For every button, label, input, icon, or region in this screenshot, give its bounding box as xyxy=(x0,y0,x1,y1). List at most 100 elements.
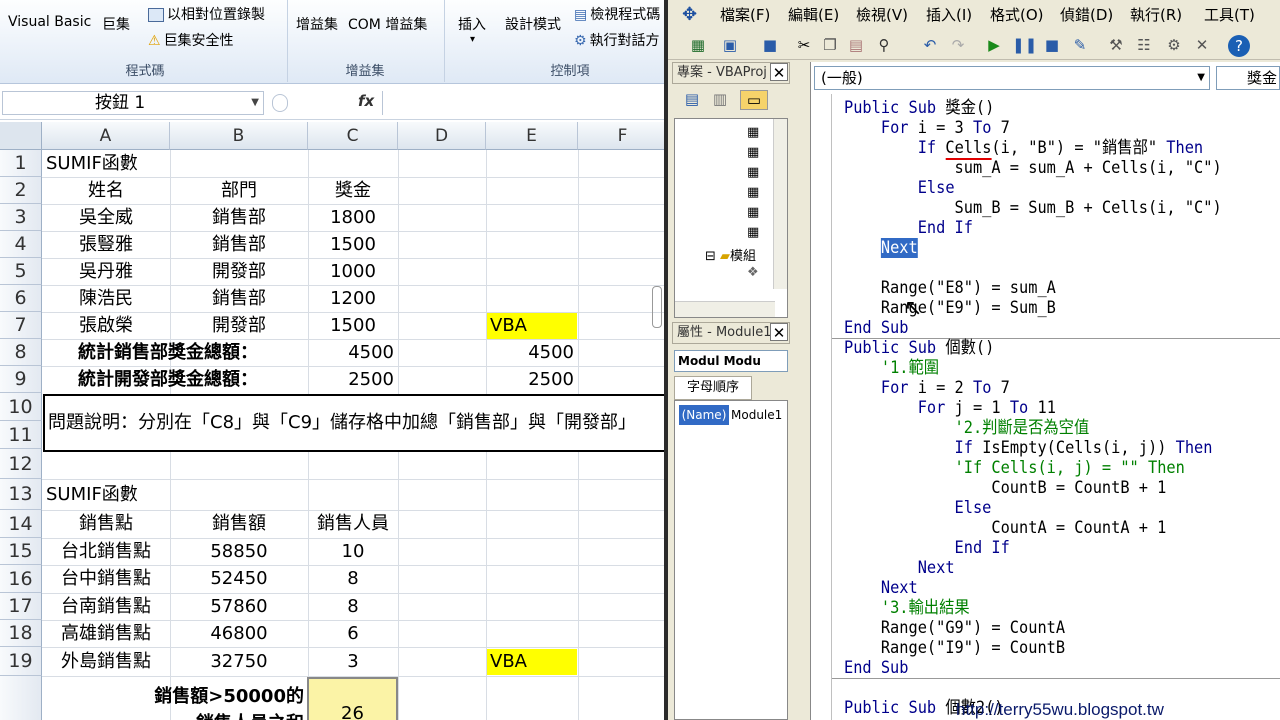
column-header-c[interactable]: C xyxy=(308,122,398,150)
copy-icon[interactable]: ❐ xyxy=(820,36,840,54)
cell-c20[interactable]: 26 xyxy=(307,677,398,720)
table-cell[interactable]: 1500 xyxy=(308,312,398,339)
cell-c2[interactable]: 獎金 xyxy=(308,177,398,204)
table-cell[interactable]: 1000 xyxy=(308,258,398,285)
table-cell[interactable]: 台中銷售點 xyxy=(42,565,170,592)
name-box[interactable]: 按鈕 1 ▼ xyxy=(2,91,264,115)
row-header[interactable]: 15 xyxy=(0,538,42,565)
row-header[interactable]: 13 xyxy=(0,479,42,510)
cell-a21[interactable]: 銷售人員之和 xyxy=(42,710,304,720)
table-cell[interactable]: 58850 xyxy=(170,538,308,565)
table-cell[interactable]: 開發部 xyxy=(170,258,308,285)
com-addins-button[interactable]: COM 增益集 xyxy=(348,14,427,34)
row-header[interactable]: 16 xyxy=(0,565,42,593)
row-header[interactable]: 14 xyxy=(0,510,42,538)
view-code-button[interactable]: ▤ 檢視程式碼 xyxy=(574,4,660,24)
record-relative-button[interactable]: 以相對位置錄製 xyxy=(148,4,265,24)
column-header-a[interactable]: A xyxy=(42,122,170,150)
view-object-icon[interactable]: ▥ xyxy=(710,90,730,108)
design-mode-button[interactable]: 設計模式 xyxy=(505,14,561,34)
code-editor[interactable]: Public Sub 獎金() For i = 3 To 7 If Cells(… xyxy=(844,98,1236,718)
table-cell[interactable]: 台南銷售點 xyxy=(42,593,170,620)
cell-a8[interactable]: 統計銷售部獎金總額： xyxy=(78,339,258,366)
property-name-key[interactable]: (Name) xyxy=(679,405,729,425)
addins-button[interactable]: 增益集 xyxy=(296,14,338,34)
table-cell[interactable]: 32750 xyxy=(170,648,308,675)
pause-icon[interactable]: ❚❚ xyxy=(1012,36,1037,54)
object-combo[interactable]: (一般) ▼ xyxy=(814,66,1210,90)
menu-edit[interactable]: 編輯(E) xyxy=(788,4,839,25)
table-cell[interactable]: 52450 xyxy=(170,565,308,592)
sheet-node-icon[interactable]: ▦ xyxy=(747,165,759,180)
design-mode-icon[interactable]: ✎ xyxy=(1070,36,1090,54)
fx-icon[interactable]: fx xyxy=(358,92,374,110)
table-cell[interactable]: 57860 xyxy=(170,593,308,620)
cut-icon[interactable]: ✂ xyxy=(794,36,814,54)
tree-horizontal-scrollbar[interactable] xyxy=(675,301,775,317)
property-name-value[interactable]: Module1 xyxy=(731,405,782,425)
cell-e19[interactable]: VBA xyxy=(487,649,577,675)
run-icon[interactable]: ▶ xyxy=(984,36,1004,54)
formula-input[interactable] xyxy=(382,91,668,115)
object-browser-icon[interactable]: ⚙ xyxy=(1164,36,1184,54)
procedure-combo[interactable]: 獎金 xyxy=(1216,66,1280,90)
excel-icon[interactable]: ✥ xyxy=(682,4,697,25)
undo-icon[interactable]: ↶ xyxy=(920,36,940,54)
menu-insert[interactable]: 插入(I) xyxy=(926,4,972,25)
tab-alphabetic[interactable]: 字母順序 xyxy=(674,376,752,400)
column-header-f[interactable]: F xyxy=(578,122,668,150)
menu-run[interactable]: 執行(R) xyxy=(1130,4,1182,25)
cell-c8[interactable]: 4500 xyxy=(308,339,394,366)
menu-format[interactable]: 格式(O) xyxy=(990,4,1044,25)
cell-b2[interactable]: 部門 xyxy=(170,177,308,204)
sheet-node-icon[interactable]: ▦ xyxy=(747,185,759,200)
table-cell[interactable]: 8 xyxy=(308,565,398,592)
row-header[interactable]: 11 xyxy=(0,421,42,449)
visual-basic-button[interactable]: Visual Basic xyxy=(8,14,91,30)
table-cell[interactable]: 1200 xyxy=(308,285,398,312)
properties-object-combo[interactable]: Modul Modu xyxy=(674,350,788,372)
modules-folder[interactable]: ⊟ ▰模組 xyxy=(705,245,756,264)
close-icon[interactable]: ✕ xyxy=(770,63,788,82)
table-cell[interactable]: 銷售部 xyxy=(170,231,308,258)
table-cell[interactable]: 3 xyxy=(308,648,398,675)
row-header[interactable]: 8 xyxy=(0,339,42,366)
table-cell[interactable]: 陳浩民 xyxy=(42,285,170,312)
table-cell[interactable]: 銷售部 xyxy=(170,285,308,312)
table-cell[interactable]: 1500 xyxy=(308,231,398,258)
view-excel-icon[interactable]: ▦ xyxy=(688,36,708,54)
column-header-d[interactable]: D xyxy=(398,122,486,150)
table-cell[interactable]: 吳全威 xyxy=(42,204,170,231)
table-cell[interactable]: 46800 xyxy=(170,620,308,647)
table-cell[interactable]: 台北銷售點 xyxy=(42,538,170,565)
collapse-icon[interactable]: ⊟ xyxy=(705,249,716,264)
menu-tools[interactable]: 工具(T) xyxy=(1204,4,1255,25)
row-header[interactable]: 2 xyxy=(0,177,42,204)
cell-a9[interactable]: 統計開發部獎金總額： xyxy=(78,366,258,393)
chevron-down-icon[interactable]: ▼ xyxy=(1197,67,1205,89)
cell-a2[interactable]: 姓名 xyxy=(42,177,170,204)
select-all-corner[interactable] xyxy=(0,122,42,150)
run-dialog-button[interactable]: ⚙ 執行對話方 xyxy=(574,30,660,50)
toolbox-icon[interactable]: ✕ xyxy=(1192,36,1212,54)
toggle-folders-icon[interactable]: ▭ xyxy=(740,90,768,110)
help-icon[interactable]: ? xyxy=(1228,35,1250,57)
chevron-down-icon[interactable]: ▼ xyxy=(251,92,259,114)
cell-c9[interactable]: 2500 xyxy=(308,366,394,393)
module-node-icon[interactable]: ❖ xyxy=(747,265,759,280)
row-header[interactable]: 19 xyxy=(0,647,42,676)
cell-c14[interactable]: 銷售人員 xyxy=(308,510,398,537)
table-cell[interactable]: 1800 xyxy=(308,204,398,231)
cell-e8[interactable]: 4500 xyxy=(486,339,574,366)
properties-icon[interactable]: ☷ xyxy=(1134,36,1154,54)
table-cell[interactable]: 張啟榮 xyxy=(42,312,170,339)
sheet-node-icon[interactable]: ▦ xyxy=(747,145,759,160)
cell-e7[interactable]: VBA xyxy=(487,313,577,339)
macros-button[interactable]: 巨集 xyxy=(102,14,130,34)
row-header[interactable]: 10 xyxy=(0,393,42,421)
menu-view[interactable]: 檢視(V) xyxy=(856,4,908,25)
cell-a1[interactable]: SUMIF函數 xyxy=(46,150,138,177)
project-explorer-icon[interactable]: ⚒ xyxy=(1106,36,1126,54)
row-header[interactable]: 12 xyxy=(0,449,42,479)
save-icon[interactable]: ■ xyxy=(760,36,780,54)
